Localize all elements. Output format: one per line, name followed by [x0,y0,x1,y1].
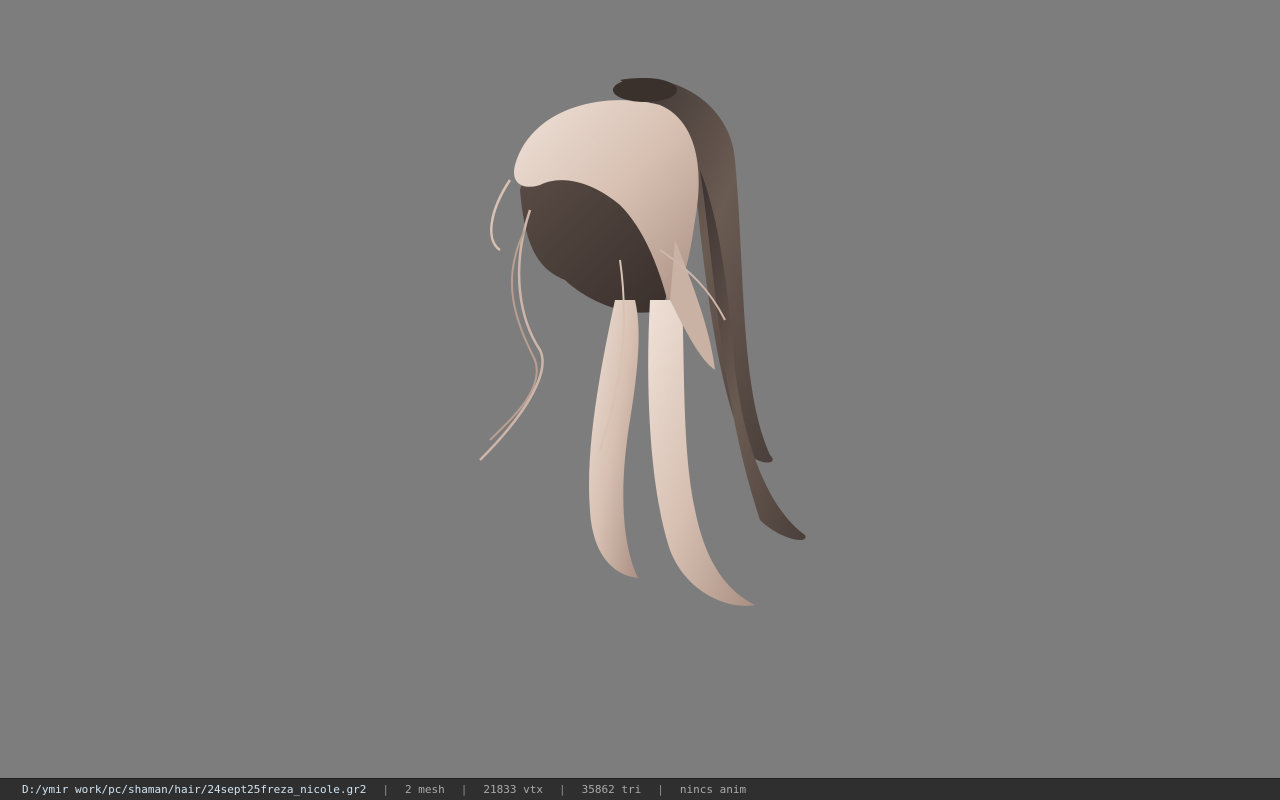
triangle-count: 35862 tri [581,783,642,796]
separator: | [382,783,389,796]
hair-bun [613,78,677,102]
separator: | [657,783,664,796]
hair-long-strand-1 [589,300,639,578]
ponytail-dark-strand-2 [700,170,806,540]
hair-wisp-2 [489,229,538,441]
mesh-count: 2 mesh [405,783,445,796]
3d-viewport[interactable] [0,0,1280,778]
anim-status: nincs anim [679,783,747,796]
vertex-count: 21833 vtx [483,783,543,796]
separator: | [558,783,566,796]
hair-model-render [479,78,806,606]
hair-wisp-3 [490,179,512,252]
file-path: D:/ymir work/pc/shaman/hair/24sept25frez… [22,783,367,796]
separator: | [460,783,468,796]
status-bar: D:/ymir work/pc/shaman/hair/24sept25frez… [0,778,1280,800]
